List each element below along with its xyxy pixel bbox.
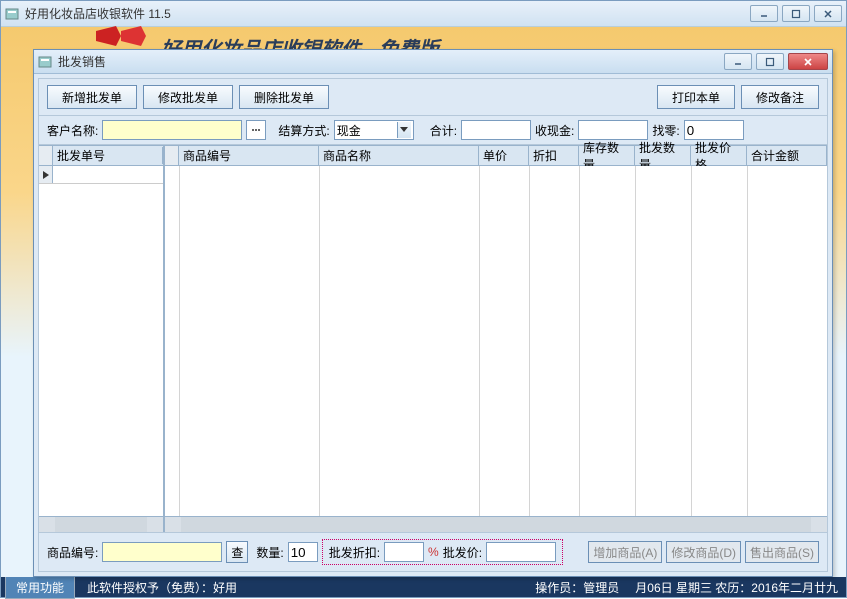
- col-wholesale-qty[interactable]: 批发数量: [635, 146, 691, 165]
- current-row-marker: [39, 166, 53, 183]
- main-title: 好用化妆品店收银软件 11.5: [25, 5, 750, 22]
- status-license: 此软件授权予（免费）：好用: [83, 579, 241, 596]
- total-input[interactable]: [461, 120, 531, 140]
- toolbar: 新增批发单 修改批发单 删除批发单 打印本单 修改备注: [39, 79, 827, 116]
- col-stock-qty[interactable]: 库存数量: [579, 146, 635, 165]
- wholesale-price-label: 批发价:: [443, 544, 482, 561]
- row-marker-header: [165, 146, 179, 165]
- app-icon: [5, 7, 19, 21]
- col-wholesale-price[interactable]: 批发价格: [691, 146, 747, 165]
- edit-note-button[interactable]: 修改备注: [741, 85, 819, 109]
- order-no-column[interactable]: 批发单号: [53, 147, 163, 164]
- dialog-maximize-button[interactable]: [756, 53, 784, 70]
- col-price[interactable]: 单价: [479, 146, 529, 165]
- dialog-titlebar: 批发销售: [34, 50, 832, 74]
- settle-label: 结算方式:: [278, 122, 329, 139]
- dialog-body: 新增批发单 修改批发单 删除批发单 打印本单 修改备注 客户名称: 结算方式:: [38, 78, 828, 572]
- cash-input[interactable]: [578, 120, 648, 140]
- dialog-icon: [38, 55, 52, 69]
- orders-grid[interactable]: [39, 166, 163, 516]
- status-tab[interactable]: 常用功能: [5, 576, 75, 599]
- discount-input[interactable]: [384, 542, 424, 562]
- wholesale-price-input[interactable]: [486, 542, 556, 562]
- bottom-bar: 商品编号: 查 数量: 批发折扣: % 批发价: 增加商品(A) 修改商品(D): [39, 532, 827, 571]
- qty-input[interactable]: [288, 542, 318, 562]
- edit-wholesale-button[interactable]: 修改批发单: [143, 85, 233, 109]
- change-input[interactable]: [684, 120, 744, 140]
- chevron-down-icon: [397, 122, 411, 138]
- main-close-button[interactable]: [814, 5, 842, 22]
- customer-input[interactable]: [102, 120, 242, 140]
- change-label: 找零:: [652, 122, 679, 139]
- new-wholesale-button[interactable]: 新增批发单: [47, 85, 137, 109]
- product-code-label: 商品编号:: [47, 544, 98, 561]
- sell-product-button[interactable]: 售出商品(S): [745, 541, 819, 563]
- main-minimize-button[interactable]: [750, 5, 778, 22]
- wholesale-dialog: 批发销售 新增批发单 修改批发单 删除批发单 打印本单 修改备注: [33, 49, 833, 577]
- pct-label: %: [428, 545, 439, 559]
- ribbon-decoration: [91, 21, 151, 51]
- dialog-close-button[interactable]: [788, 53, 828, 70]
- main-maximize-button[interactable]: [782, 5, 810, 22]
- content-area: 批发单号: [39, 145, 827, 532]
- total-label: 合计:: [430, 122, 457, 139]
- modify-product-button[interactable]: 修改商品(D): [666, 541, 741, 563]
- customer-picker-button[interactable]: [246, 120, 266, 140]
- settle-value: 现金: [337, 122, 393, 139]
- settle-select[interactable]: 现金: [334, 120, 414, 140]
- add-product-button[interactable]: 增加商品(A): [588, 541, 662, 563]
- items-header: 商品编号 商品名称 单价 折扣 库存数量 批发数量 批发价格 合计金额: [165, 146, 827, 166]
- row-marker-header: [39, 146, 53, 165]
- col-discount[interactable]: 折扣: [529, 146, 579, 165]
- status-bar: 常用功能 此软件授权予（免费）：好用 操作员：管理员 月06日 星期三 农历：2…: [1, 577, 846, 597]
- main-background: 好用化妆品店收银软件 - 免费版 批发销售 新增批发单 修改批: [1, 27, 846, 577]
- print-button[interactable]: 打印本单: [657, 85, 735, 109]
- cash-label: 收现金:: [535, 122, 574, 139]
- main-window: 好用化妆品店收银软件 11.5 好用化妆品店收银软件 - 免费版 批发销售: [0, 0, 847, 598]
- product-code-input[interactable]: [102, 542, 222, 562]
- col-product-code[interactable]: 商品编号: [179, 146, 319, 165]
- col-product-name[interactable]: 商品名称: [319, 146, 479, 165]
- dialog-minimize-button[interactable]: [724, 53, 752, 70]
- discount-label: 批发折扣:: [329, 544, 380, 561]
- orders-hscrollbar[interactable]: [39, 516, 163, 532]
- search-product-button[interactable]: 查: [226, 541, 248, 563]
- delete-wholesale-button[interactable]: 删除批发单: [239, 85, 329, 109]
- items-hscrollbar[interactable]: [165, 516, 827, 532]
- table-row[interactable]: [39, 166, 163, 184]
- dialog-title: 批发销售: [58, 53, 724, 70]
- qty-label: 数量:: [256, 544, 283, 561]
- orders-header: 批发单号: [39, 146, 163, 166]
- status-date: 月06日 星期三 农历：2016年二月廿九: [631, 579, 842, 596]
- orders-panel: 批发单号: [39, 146, 165, 532]
- discount-group: 批发折扣: % 批发价:: [322, 539, 563, 565]
- col-total[interactable]: 合计金额: [747, 146, 827, 165]
- items-panel: 商品编号 商品名称 单价 折扣 库存数量 批发数量 批发价格 合计金额: [165, 146, 827, 532]
- customer-label: 客户名称:: [47, 122, 98, 139]
- items-grid[interactable]: [165, 166, 827, 516]
- status-operator: 操作员：管理员: [531, 579, 623, 596]
